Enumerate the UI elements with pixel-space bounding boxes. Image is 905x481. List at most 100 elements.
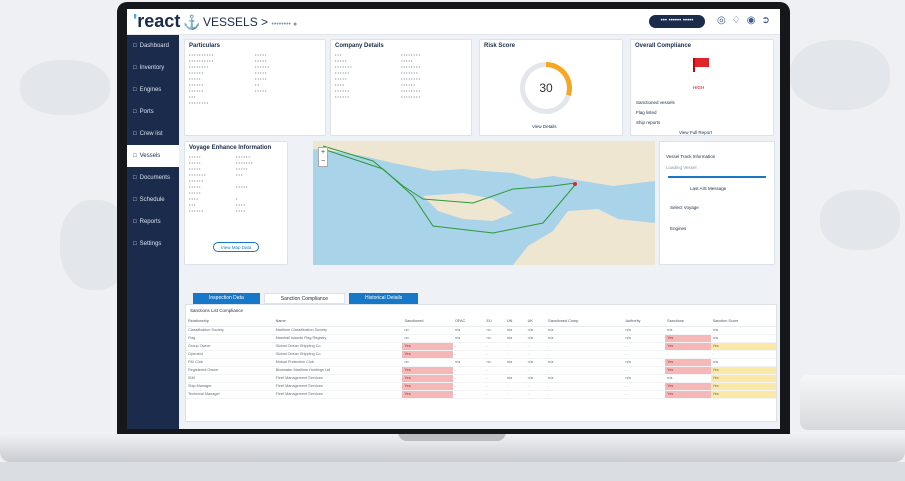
- table-cell: -: [710, 350, 776, 359]
- table-cell: -: [452, 390, 485, 399]
- table-cell: Classification Society: [186, 326, 274, 335]
- table-header[interactable]: Sanctioned: [402, 316, 453, 327]
- table-header[interactable]: Sanction Score: [710, 316, 776, 327]
- view-map-data-button[interactable]: View Map Data: [213, 242, 259, 252]
- table-cell: Group Owner: [186, 342, 274, 351]
- table-row[interactable]: Ship Manager Fleet Management Services Yes…: [186, 382, 776, 391]
- sidebar-item-settings[interactable]: □ Settings: [127, 233, 179, 255]
- table-header[interactable]: EU: [484, 316, 505, 327]
- table-header[interactable]: OFAC: [452, 316, 485, 327]
- voyage-title: Voyage Enhance Information: [189, 145, 272, 151]
- compliance-line-2: Flag listed: [636, 110, 657, 115]
- sidebar-item-documents[interactable]: □ Documents: [127, 167, 179, 189]
- table-row[interactable]: ISM Fleet Management Services Yes - - n/a n/a n…: [186, 374, 776, 383]
- table-cell: Yes: [402, 374, 453, 383]
- sidebar-item-label: Settings: [139, 241, 162, 247]
- table-cell: -: [623, 390, 666, 399]
- table-cell: Mutual Protection Club: [273, 358, 403, 367]
- compliance-status: HIGH: [693, 85, 705, 90]
- breadcrumb[interactable]: VESSELS > •••••••• ●: [203, 15, 297, 29]
- table-cell: n/a: [623, 326, 666, 335]
- table-row[interactable]: Group Owner Global Ocean Shipping Co Yes - -…: [186, 342, 776, 351]
- vessel-icon: □: [133, 153, 137, 159]
- sidebar-item-ports[interactable]: □ Ports: [127, 101, 179, 123]
- table-row[interactable]: Operator Global Ocean Shipping Co Yes - - - - -…: [186, 350, 776, 359]
- table-row[interactable]: Flag Marshall Islands Flag Registry no n/a n…: [186, 334, 776, 343]
- app-logo[interactable]: 'react: [133, 11, 180, 32]
- table-cell: Ship Manager: [186, 382, 274, 391]
- sidebar-item-vessels[interactable]: □ Vessels: [127, 145, 179, 167]
- table-cell: Yes: [665, 382, 711, 391]
- table-cell: n/a: [710, 358, 776, 367]
- bell-icon[interactable]: ♢: [732, 15, 747, 26]
- table-cell: -: [525, 350, 547, 359]
- inventory-icon: □: [133, 65, 137, 71]
- table-cell: Operator: [186, 350, 274, 359]
- table-cell: -: [452, 342, 485, 351]
- table-cell: -: [546, 350, 624, 359]
- sidebar-item-reports[interactable]: □ Reports: [127, 211, 179, 233]
- logout-icon[interactable]: ➲: [761, 15, 775, 26]
- table-cell: -: [525, 366, 547, 375]
- user-icon[interactable]: ◉: [747, 15, 762, 26]
- table-header[interactable]: Name: [273, 316, 403, 327]
- table-cell: Yes: [665, 366, 711, 375]
- table-header[interactable]: Sanctions: [665, 316, 711, 327]
- laptop-screen: 'react ⚓ VESSELS > •••••••• ● ••• ••••••…: [117, 2, 790, 434]
- compliance-line-3: Ship reports: [636, 120, 661, 125]
- tab-sanction-compliance[interactable]: Sanction Compliance: [263, 293, 345, 304]
- documents-icon: □: [133, 175, 137, 181]
- table-cell: n/a: [525, 326, 547, 335]
- table-cell: -: [504, 366, 526, 375]
- main-content: Particulars • • • • • • • • • • • • • • •…: [179, 35, 780, 429]
- table-header[interactable]: Authority: [623, 316, 666, 327]
- table-cell: no: [402, 358, 453, 367]
- table-header[interactable]: UK: [525, 316, 547, 327]
- laptop-base: [0, 432, 905, 462]
- table-cell: n/a: [452, 358, 485, 367]
- sidebar-item-inventory[interactable]: □ Inventory: [127, 57, 179, 79]
- table-cell: n/a: [525, 358, 547, 367]
- sidebar-item-crew-list[interactable]: □ Crew list: [127, 123, 179, 145]
- engines-dropdown[interactable]: Engines: [660, 220, 774, 237]
- table-cell: -: [525, 342, 547, 351]
- vessel-map[interactable]: + −: [313, 141, 655, 265]
- table-row[interactable]: Classification Society Maritime Classific…: [186, 326, 776, 335]
- sidebar-item-schedule[interactable]: □ Schedule: [127, 189, 179, 211]
- table-cell: -: [484, 342, 505, 351]
- table-cell: no: [402, 326, 453, 335]
- table-cell: no: [402, 334, 453, 343]
- sidebar-item-label: Dashboard: [139, 43, 169, 49]
- map-zoom-controls[interactable]: + −: [318, 147, 328, 167]
- table-cell: Yes: [710, 382, 776, 391]
- table-cell: n/a: [504, 374, 526, 383]
- tab-historical-details[interactable]: Historical Details: [349, 293, 419, 304]
- risk-score-value: 30: [525, 67, 567, 109]
- table-cell: -: [623, 342, 666, 351]
- table-cell: n/a: [546, 358, 624, 367]
- table-header[interactable]: Sanctioned Comp.: [546, 316, 624, 327]
- top-bar: 'react ⚓ VESSELS > •••••••• ● ••• ••••••…: [127, 9, 780, 35]
- select-voyage-dropdown[interactable]: Select Voyage: [660, 195, 774, 220]
- risk-view-details-link[interactable]: View Details: [532, 124, 557, 129]
- table-cell: -: [546, 382, 624, 391]
- view-full-report-link[interactable]: View Full Report: [679, 130, 712, 135]
- table-row[interactable]: Technical Manager Fleet Management Servic…: [186, 390, 776, 399]
- reports-icon: □: [133, 219, 137, 225]
- vessel-track-title: Vessel Track Information: [666, 154, 716, 159]
- table-header[interactable]: UN: [504, 316, 526, 327]
- table-row[interactable]: Registered Owner Bluewater Maritime Holdi…: [186, 366, 776, 375]
- sidebar-item-engines[interactable]: □ Engines: [127, 79, 179, 101]
- table-header[interactable]: Relationship: [186, 316, 274, 327]
- table-cell: Yes: [710, 374, 776, 383]
- laptop-shadow: [0, 462, 905, 481]
- sidebar-item-dashboard[interactable]: □ Dashboard: [127, 35, 179, 57]
- table-cell: -: [452, 374, 485, 383]
- table-row[interactable]: P&I Club Mutual Protection Club no n/a no n/a…: [186, 358, 776, 367]
- track-note: Last AIS Message: [690, 186, 727, 191]
- track-progress: [668, 176, 766, 178]
- globe-icon[interactable]: ◎: [717, 15, 732, 26]
- top-action-button[interactable]: ••• •••••• •••••: [649, 15, 705, 28]
- compliance-line-1: Sanctioned vessels: [636, 100, 675, 105]
- tab-inspection-data[interactable]: Inspection Data: [193, 293, 260, 304]
